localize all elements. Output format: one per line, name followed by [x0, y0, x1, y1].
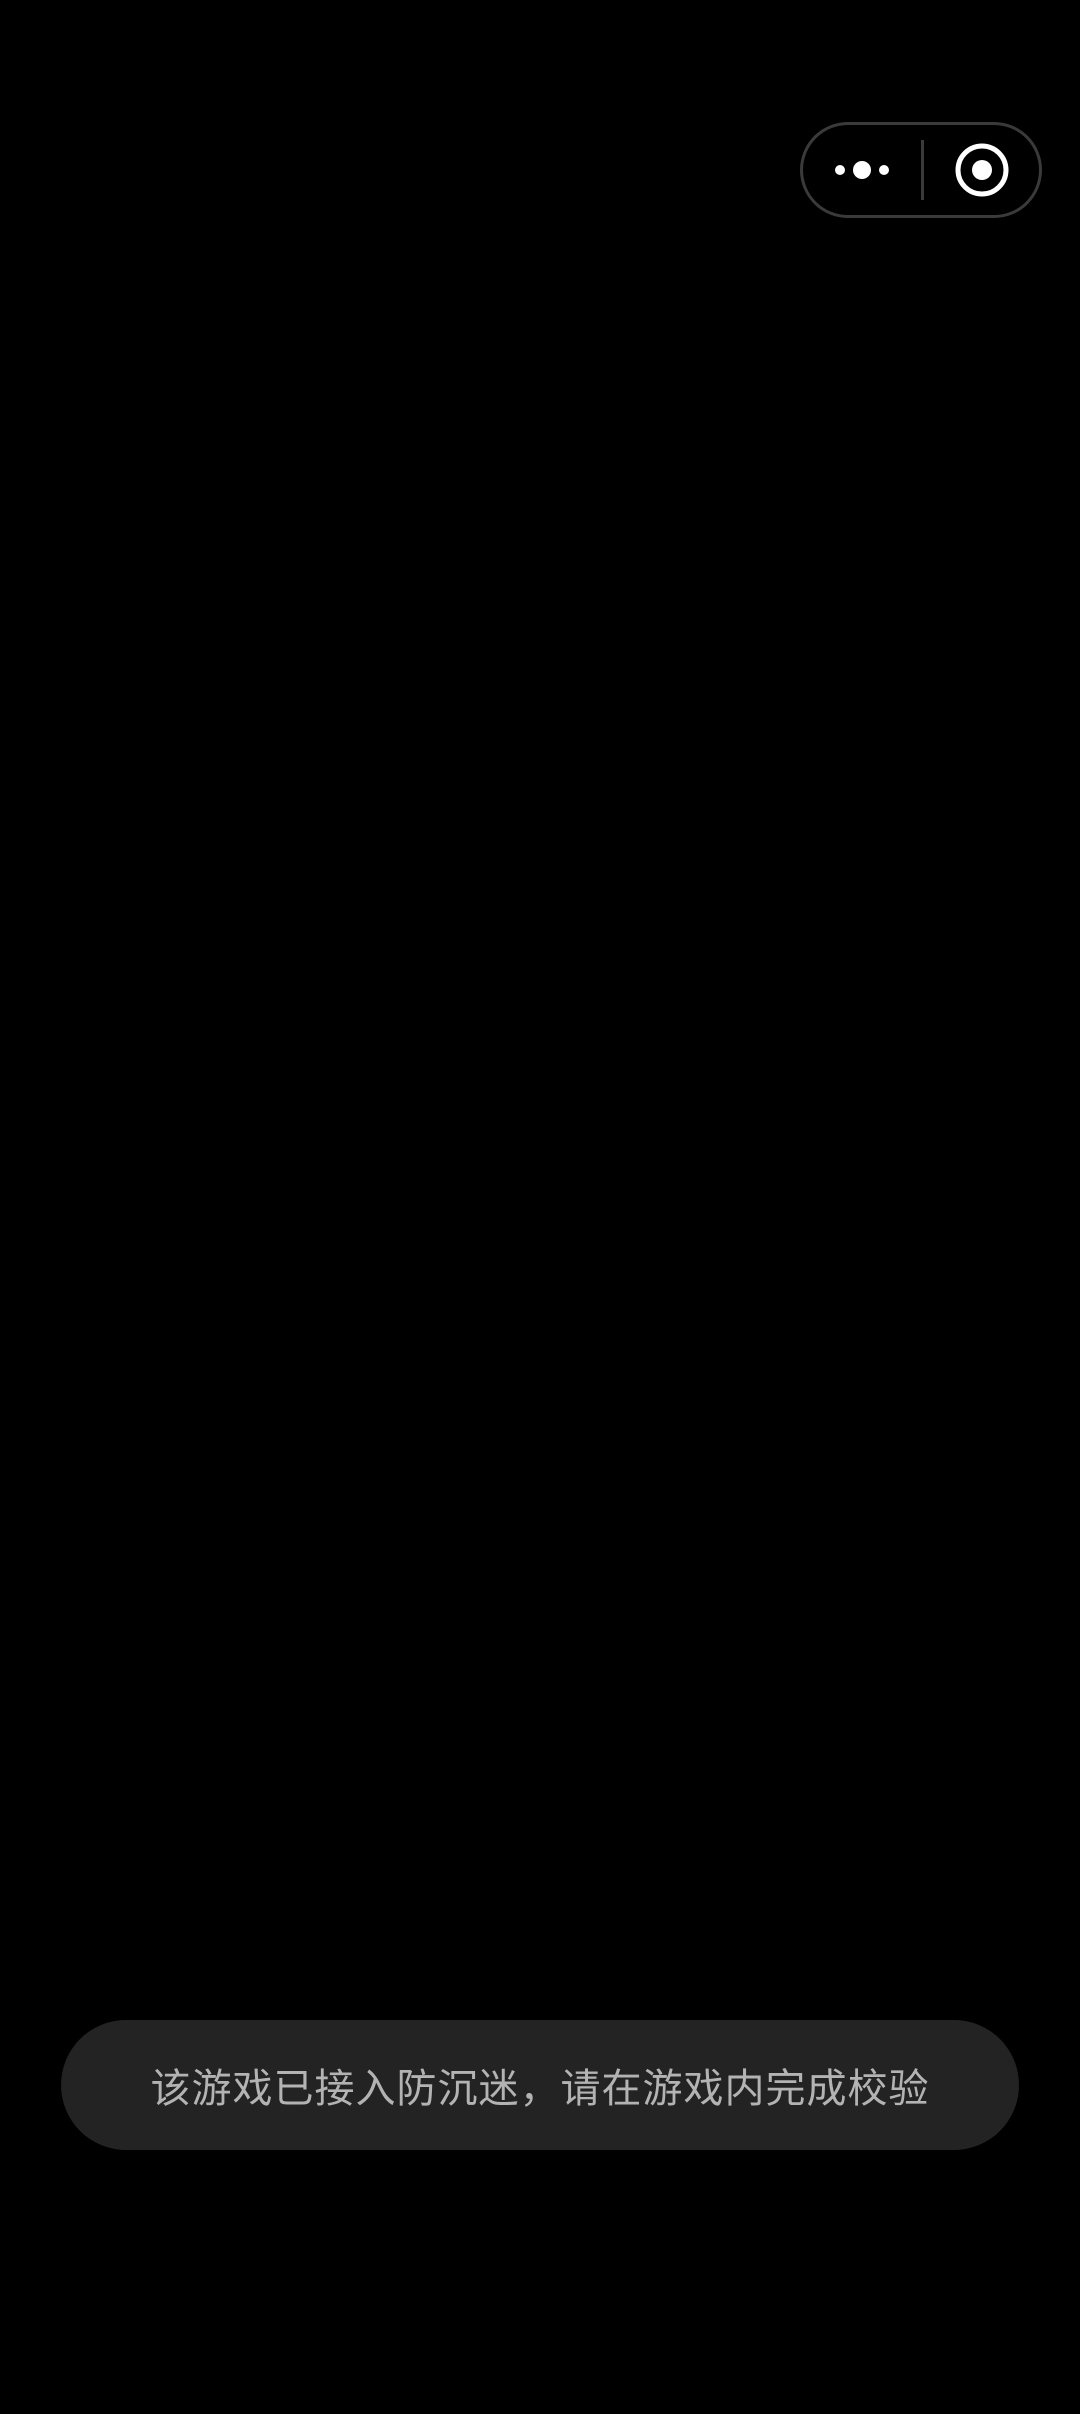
exit-button[interactable] — [924, 125, 1039, 215]
toast-message: 该游戏已接入防沉迷，请在游戏内完成校验 — [150, 2066, 930, 2112]
dot-center — [853, 161, 871, 179]
more-button[interactable] — [803, 125, 921, 215]
more-dots-icon — [835, 161, 889, 179]
dot-left — [835, 165, 845, 175]
game-screen[interactable]: 该游戏已接入防沉迷，请在游戏内完成校验 — [0, 0, 1080, 2414]
dot-right — [879, 165, 889, 175]
toast-notification: 该游戏已接入防沉迷，请在游戏内完成校验 — [61, 2020, 1019, 2150]
mini-program-capsule — [800, 122, 1042, 218]
exit-target-icon — [955, 143, 1008, 197]
